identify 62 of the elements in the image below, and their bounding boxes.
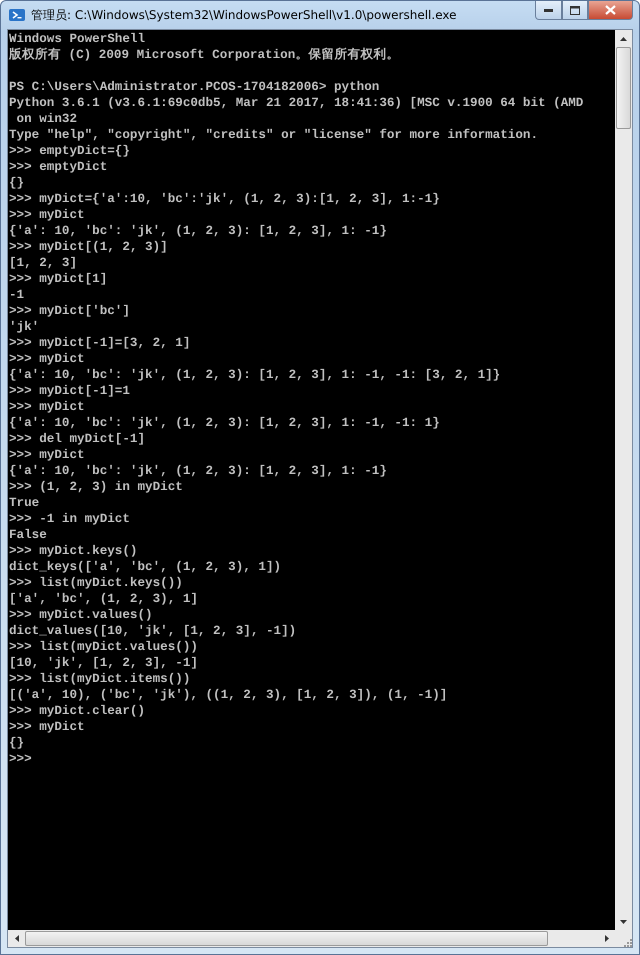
console-line: Type "help", "copyright", "credits" or "license" for more information. bbox=[9, 127, 540, 143]
console-line: >>> emptyDict bbox=[9, 159, 108, 175]
console-line: [1, 2, 3] bbox=[9, 255, 78, 271]
console-line: on win32 bbox=[16, 111, 78, 127]
console-line: >>> myDict.keys() bbox=[9, 543, 138, 559]
resize-grip-icon[interactable] bbox=[623, 938, 632, 947]
minimize-button[interactable] bbox=[535, 1, 562, 20]
console-line: >>> list(myDict.values()) bbox=[9, 639, 199, 655]
console-line: >>> myDict[(1, 2, 3)] bbox=[9, 239, 169, 255]
vertical-scrollbar[interactable] bbox=[615, 30, 632, 930]
minimize-icon bbox=[544, 8, 553, 12]
down-arrow-icon bbox=[620, 918, 627, 925]
console-line: >>> myDict['bc'] bbox=[9, 303, 131, 319]
console-line: False bbox=[9, 527, 48, 543]
console-line: ['a', 'bc', (1, 2, 3), 1] bbox=[9, 591, 199, 607]
console-line: >>> myDict bbox=[9, 351, 86, 367]
console-line: PS C:\Users\Administrator.PCOS-1704182006> python bbox=[9, 79, 380, 95]
left-arrow-icon bbox=[13, 935, 20, 942]
console-line: {'a': 10, 'bc': 'jk', (1, 2, 3): [1, 2, 3], 1: -1} bbox=[9, 223, 388, 239]
console-line: {'a': 10, 'bc': 'jk', (1, 2, 3): [1, 2, 3], 1: -1, -1: [3, 2, 1]} bbox=[9, 367, 502, 383]
console-line: >>> list(myDict.keys()) bbox=[9, 575, 184, 591]
maximize-icon bbox=[570, 6, 580, 14]
scroll-thumb[interactable] bbox=[25, 931, 548, 946]
console-line: [('a', 10), ('bc', 'jk'), ((1, 2, 3), [1, 2, 3]), (1, -1)] bbox=[9, 687, 448, 703]
console-line: >>> myDict bbox=[9, 447, 86, 463]
console-line: {} bbox=[9, 735, 26, 751]
console-line: True bbox=[9, 495, 40, 511]
console-line: >>> myDict.values() bbox=[9, 607, 154, 623]
powershell-icon bbox=[9, 7, 25, 23]
console-line: >>> -1 in myDict bbox=[9, 511, 131, 527]
right-arrow-icon bbox=[603, 935, 610, 942]
close-button[interactable] bbox=[588, 1, 633, 20]
close-icon bbox=[605, 5, 616, 15]
console-line: 版权所有 (C) 2009 Microsoft Corporation。保留所有权利。 bbox=[9, 47, 400, 63]
console-line: -1 bbox=[9, 287, 26, 303]
console-line: >>> myDict={'a':10, 'bc':'jk', (1, 2, 3):[1, 2, 3], 1:-1} bbox=[9, 191, 441, 207]
console-line: >>> del myDict[-1] bbox=[9, 431, 146, 447]
console-line: {'a': 10, 'bc': 'jk', (1, 2, 3): [1, 2, 3], 1: -1, -1: 1} bbox=[9, 415, 441, 431]
up-arrow-icon bbox=[620, 35, 627, 42]
console-line: [10, 'jk', [1, 2, 3], -1] bbox=[9, 655, 199, 671]
console-line: >>> myDict[-1]=1 bbox=[9, 383, 131, 399]
console-line: >>> myDict bbox=[9, 399, 86, 415]
console-line: dict_values([10, 'jk', [1, 2, 3], -1]) bbox=[9, 623, 298, 639]
console-line: {'a': 10, 'bc': 'jk', (1, 2, 3): [1, 2, 3], 1: -1} bbox=[9, 463, 388, 479]
horizontal-scrollbar[interactable] bbox=[8, 930, 615, 947]
console-line: >>> (1, 2, 3) in myDict bbox=[9, 479, 184, 495]
console-line: 'jk' bbox=[9, 319, 40, 335]
maximize-button[interactable] bbox=[562, 1, 588, 20]
console-line: >>> myDict[1] bbox=[9, 271, 108, 287]
console-line: {} bbox=[9, 175, 26, 191]
console-line: >>> myDict bbox=[9, 719, 86, 735]
console-line: >>> bbox=[9, 751, 33, 767]
window-title: 管理员: C:\Windows\System32\WindowsPowerShell\v1.0\powershell.exe bbox=[31, 6, 458, 24]
console-line: >>> list(myDict.items()) bbox=[9, 671, 192, 687]
console-line: >>> myDict[-1]=[3, 2, 1] bbox=[9, 335, 192, 351]
console-line: dict_keys(['a', 'bc', (1, 2, 3), 1]) bbox=[9, 559, 282, 575]
console-line: >>> myDict bbox=[9, 207, 86, 223]
console-line: Windows PowerShell bbox=[9, 31, 146, 47]
console-line: Python 3.6.1 (v3.6.1:69c0db5, Mar 21 2017, 18:41:36) [MSC v.1900 64 bit (AMD bbox=[9, 95, 584, 111]
console-line: >>> emptyDict={} bbox=[9, 143, 131, 159]
scroll-thumb[interactable] bbox=[616, 47, 631, 129]
console-line: >>> myDict.clear() bbox=[9, 703, 146, 719]
